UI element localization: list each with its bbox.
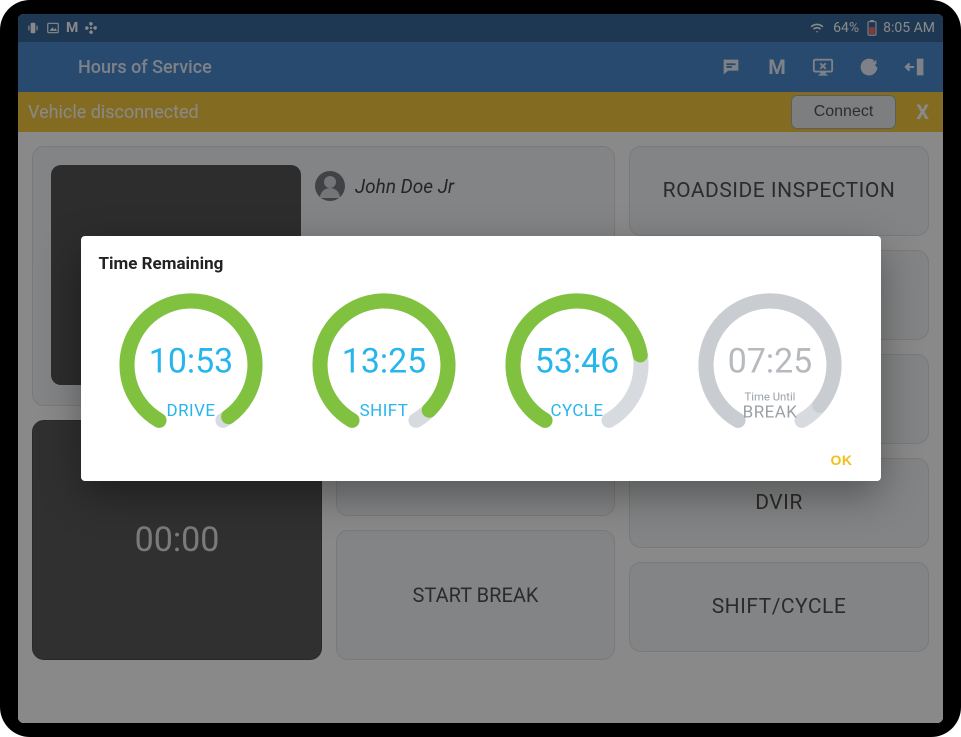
time-remaining-dialog: Time Remaining 10:53 DRIVE 13:25 SHIFT 5… [81, 236, 881, 481]
gauge-svg: 53:46 CYCLE [487, 284, 667, 444]
gauge-svg: 10:53 DRIVE [101, 284, 281, 444]
gauge-value: 07:25 [728, 342, 812, 381]
gauge-value: 10:53 [149, 342, 233, 381]
dialog-title: Time Remaining [99, 254, 863, 274]
gauge-shift: 13:25 SHIFT [292, 284, 477, 444]
ok-button[interactable]: OK [831, 452, 853, 468]
modal-backdrop[interactable]: Time Remaining 10:53 DRIVE 13:25 SHIFT 5… [18, 14, 943, 723]
gauge-break: 07:25 Time Until BREAK [678, 284, 863, 444]
gauge-label: SHIFT [360, 401, 409, 421]
gauge-label: DRIVE [167, 401, 216, 421]
gauge-cycle: 53:46 CYCLE [485, 284, 670, 444]
gauge-value: 13:25 [342, 342, 426, 381]
gauge-value: 53:46 [535, 342, 619, 381]
gauge-svg: 13:25 SHIFT [294, 284, 474, 444]
gauge-label: BREAK [743, 403, 798, 423]
gauge-drive: 10:53 DRIVE [99, 284, 284, 444]
gauge-label: CYCLE [550, 401, 603, 421]
gauge-row: 10:53 DRIVE 13:25 SHIFT 53:46 CYCLE 07:2… [99, 284, 863, 444]
gauge-svg: 07:25 Time Until BREAK [680, 284, 860, 444]
